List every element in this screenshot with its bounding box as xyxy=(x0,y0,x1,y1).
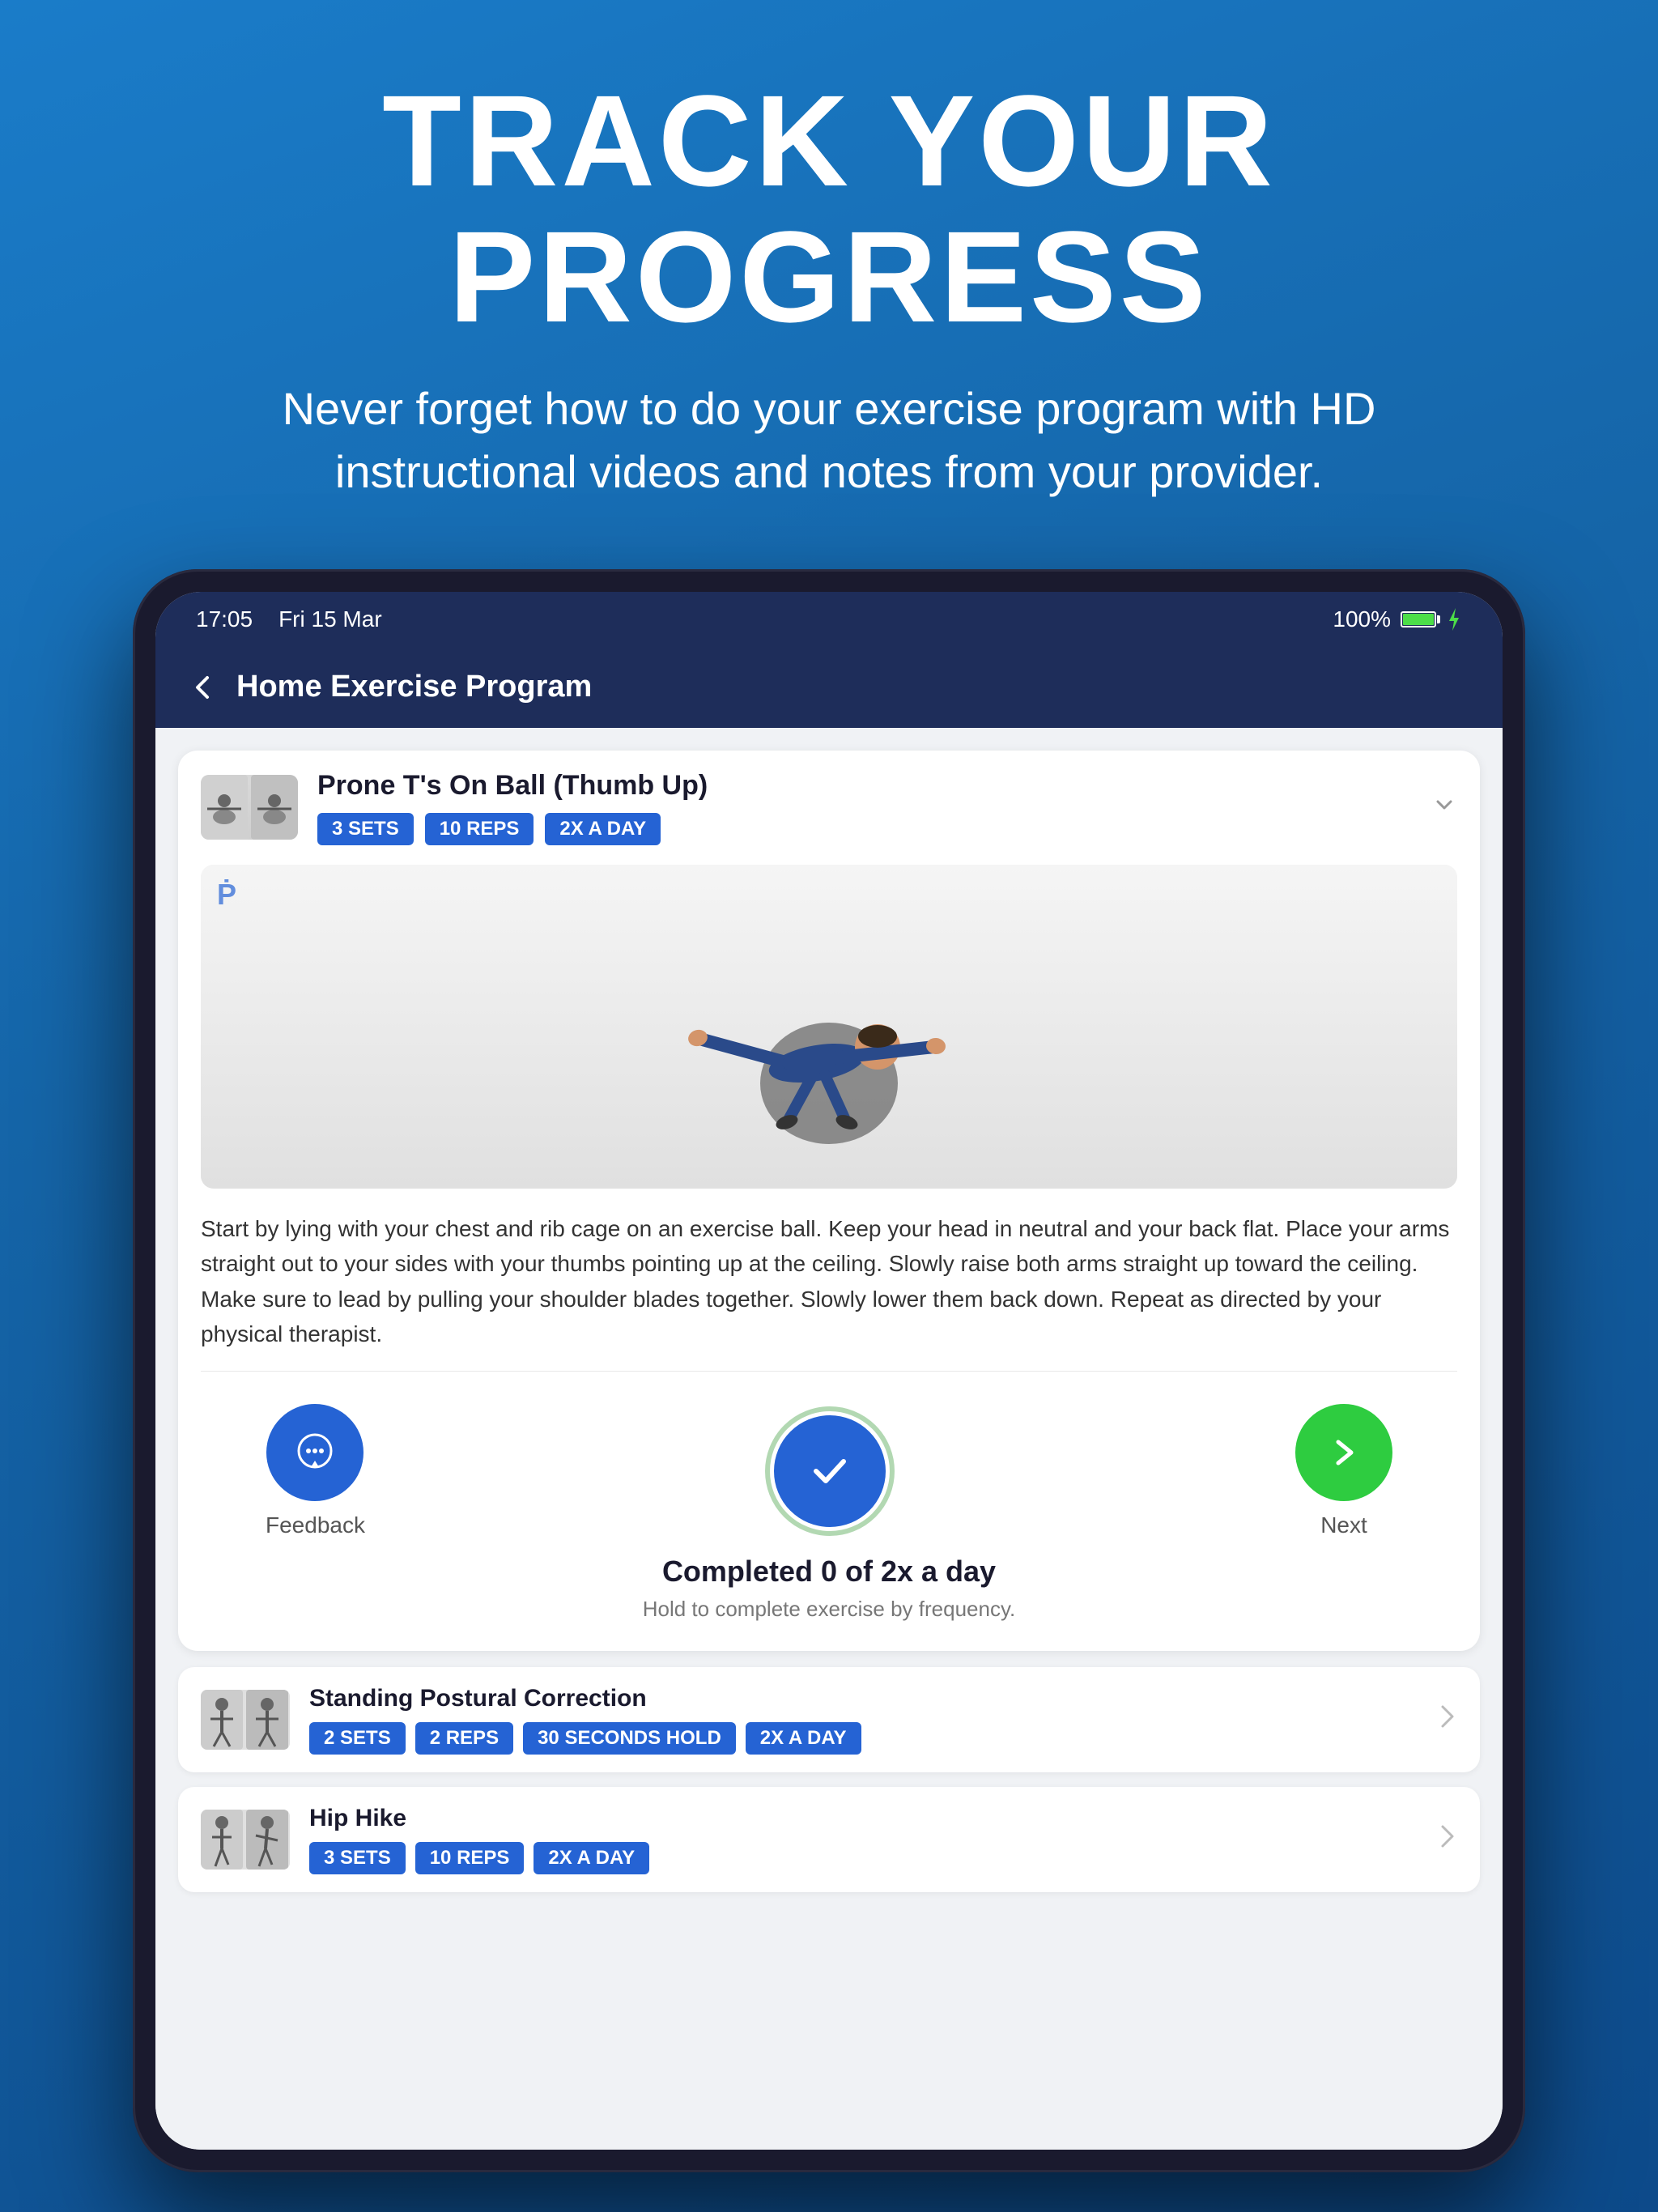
exercise-description: Start by lying with your chest and rib c… xyxy=(178,1189,1480,1372)
exercise-illustration xyxy=(627,905,1031,1148)
lightning-icon xyxy=(1446,608,1462,631)
list-thumb-1 xyxy=(201,1690,290,1750)
list-name-1: Standing Postural Correction xyxy=(309,1685,1438,1712)
list-chevron-1-icon xyxy=(1438,1702,1457,1738)
battery-icon xyxy=(1401,611,1436,627)
exercise-info: Prone T's On Ball (Thumb Up) 3 SETS 10 R… xyxy=(317,770,1415,845)
list-tag: 2 SETS xyxy=(309,1722,406,1755)
app-bar: Home Exercise Program xyxy=(155,647,1503,728)
next-button[interactable]: Next xyxy=(1295,1404,1392,1538)
next-circle xyxy=(1295,1404,1392,1501)
next-icon xyxy=(1324,1432,1364,1473)
video-area[interactable]: Ṗ xyxy=(201,865,1457,1189)
list-tag: 2X A DAY xyxy=(534,1842,649,1874)
app-bar-title: Home Exercise Program xyxy=(236,670,592,704)
next-label: Next xyxy=(1320,1512,1367,1538)
battery-bar xyxy=(1401,611,1436,627)
list-thumb-2 xyxy=(201,1810,290,1870)
feedback-icon xyxy=(291,1428,339,1477)
tag-reps: 10 REPS xyxy=(425,813,534,845)
list-tag: 30 SECONDS HOLD xyxy=(523,1722,736,1755)
feedback-label: Feedback xyxy=(266,1512,365,1538)
list-tag: 10 REPS xyxy=(415,1842,525,1874)
exercise-chevron-icon xyxy=(1431,789,1457,826)
status-right: 100% xyxy=(1333,606,1462,632)
exercise-name: Prone T's On Ball (Thumb Up) xyxy=(317,770,1415,802)
exercise-header[interactable]: Prone T's On Ball (Thumb Up) 3 SETS 10 R… xyxy=(178,751,1480,865)
list-info-1: Standing Postural Correction 2 SETS 2 RE… xyxy=(309,1685,1438,1755)
actions-row: Feedback xyxy=(201,1372,1457,1555)
page-subtitle: Never forget how to do your exercise pro… xyxy=(262,377,1396,504)
list-item[interactable]: Hip Hike 3 SETS 10 REPS 2X A DAY xyxy=(178,1787,1480,1892)
list-tags-1: 2 SETS 2 REPS 30 SECONDS HOLD 2X A DAY xyxy=(309,1722,1438,1755)
status-bar: 17:05 Fri 15 Mar 100% xyxy=(155,592,1503,647)
battery-percent: 100% xyxy=(1333,606,1391,632)
list-item[interactable]: Standing Postural Correction 2 SETS 2 RE… xyxy=(178,1667,1480,1772)
complete-circle-outer xyxy=(765,1406,895,1536)
video-content: Ṗ xyxy=(201,865,1457,1189)
list-tag: 3 SETS xyxy=(309,1842,406,1874)
list-tag: 2 REPS xyxy=(415,1722,513,1755)
page-header: TRACK YOUR PROGRESS Never forget how to … xyxy=(0,0,1658,553)
tag-sets: 3 SETS xyxy=(317,813,414,845)
list-name-2: Hip Hike xyxy=(309,1805,1438,1832)
video-watermark: Ṗ xyxy=(217,878,236,912)
exercise-list: Standing Postural Correction 2 SETS 2 RE… xyxy=(155,1651,1503,2149)
exercise-tags: 3 SETS 10 REPS 2X A DAY xyxy=(317,813,1415,845)
exercise-thumbnail xyxy=(201,775,298,840)
feedback-circle xyxy=(266,1404,363,1501)
list-info-2: Hip Hike 3 SETS 10 REPS 2X A DAY xyxy=(309,1805,1438,1874)
tablet-screen: 17:05 Fri 15 Mar 100% Home Exercise Prog… xyxy=(155,592,1503,2150)
content-area: Prone T's On Ball (Thumb Up) 3 SETS 10 R… xyxy=(155,728,1503,2150)
completion-title: Completed 0 of 2x a day xyxy=(266,1555,1392,1589)
tag-freq: 2X A DAY xyxy=(545,813,661,845)
list-tags-2: 3 SETS 10 REPS 2X A DAY xyxy=(309,1842,1438,1874)
completion-section: Completed 0 of 2x a day Hold to complete… xyxy=(201,1555,1457,1651)
tablet-wrapper: 17:05 Fri 15 Mar 100% Home Exercise Prog… xyxy=(133,569,1525,2172)
status-time: 17:05 xyxy=(196,606,253,632)
list-chevron-2-icon xyxy=(1438,1822,1457,1858)
exercise-card: Prone T's On Ball (Thumb Up) 3 SETS 10 R… xyxy=(178,751,1480,1652)
complete-circle-inner xyxy=(774,1415,886,1527)
status-date: Fri 15 Mar xyxy=(278,606,382,632)
back-button[interactable] xyxy=(188,673,217,702)
checkmark-icon xyxy=(801,1443,858,1499)
completion-subtitle: Hold to complete exercise by frequency. xyxy=(266,1597,1392,1622)
complete-button[interactable] xyxy=(765,1406,895,1536)
list-tag: 2X A DAY xyxy=(746,1722,861,1755)
feedback-button[interactable]: Feedback xyxy=(266,1404,365,1538)
page-title: TRACK YOUR PROGRESS xyxy=(97,73,1561,345)
